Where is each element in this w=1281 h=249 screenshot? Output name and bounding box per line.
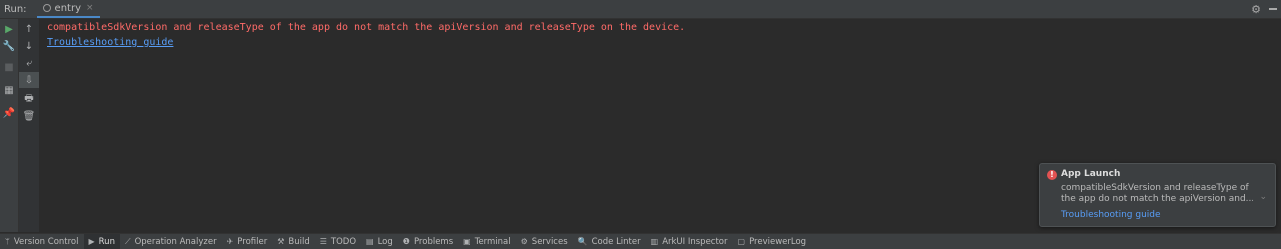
tab-profiler[interactable]: ✈ Profiler (222, 234, 273, 249)
previewer-log-icon: ▢ (737, 237, 746, 246)
tab-label: Profiler (237, 236, 268, 247)
soft-wrap-icon[interactable]: ⤶ (19, 55, 39, 71)
todo-icon: ☰ (319, 237, 327, 246)
tool-window-bar: ᛘ Version Control ▶ Run ⟋ Operation Analyze… (0, 233, 1281, 249)
tab-label: ArkUI Inspector (662, 236, 728, 247)
run-tool-window-header: Run: entry × ⚙ (0, 0, 1281, 19)
log-icon: ▤ (366, 237, 374, 246)
pin-icon[interactable]: 📌 (0, 105, 18, 121)
notification-body-line: the app do not match the apiVersion and.… (1061, 194, 1253, 204)
scroll-up-icon[interactable]: ↑ (19, 21, 39, 37)
problems-icon: ❶ (402, 237, 410, 246)
run-play-icon[interactable]: ▶ (0, 21, 18, 37)
operation-analyzer-icon: ⟋ (124, 236, 131, 246)
stop-icon[interactable]: ■ (0, 59, 18, 75)
console-error-line: compatibleSdkVersion and releaseType of … (47, 22, 686, 33)
tab-entry[interactable]: entry × (36, 0, 100, 18)
tab-previewer-log[interactable]: ▢ PreviewerLog (733, 234, 812, 249)
tab-label: Build (288, 236, 310, 247)
header-actions: ⚙ (1251, 0, 1277, 18)
tab-version-control[interactable]: ᛘ Version Control (0, 234, 84, 249)
scroll-to-end-icon[interactable]: ⇩ (19, 72, 39, 88)
tab-label: Run (98, 236, 115, 247)
app-launch-notification: ! App Launch compatibleSdkVersion and re… (1039, 163, 1276, 227)
run-title: Run: (4, 3, 27, 15)
tab-operation-analyzer[interactable]: ⟋ Operation Analyzer (120, 234, 222, 249)
notification-body: compatibleSdkVersion and releaseType of … (1061, 183, 1253, 205)
arkui-inspector-icon: ▥ (650, 237, 659, 246)
tab-arkui-inspector[interactable]: ▥ ArkUI Inspector (646, 234, 733, 249)
tab-terminal[interactable]: ▣ Terminal (458, 234, 515, 249)
services-icon: ⚙ (520, 237, 528, 246)
tab-label: Operation Analyzer (134, 236, 217, 247)
tab-code-linter[interactable]: 🔍 Code Linter (573, 234, 646, 249)
tab-label: Terminal (474, 236, 511, 247)
entry-tab-label: entry (54, 2, 81, 14)
tab-services[interactable]: ⚙ Services (516, 234, 573, 249)
tab-label: Problems (413, 236, 454, 247)
profiler-icon: ✈ (226, 237, 234, 246)
tab-label: Code Linter (591, 236, 641, 247)
build-wrench-icon[interactable]: 🔧 (0, 38, 18, 54)
run-actions-strip: ▶ 🔧 ■ ▦ 📌 (0, 19, 19, 232)
entry-tab-icon (42, 4, 51, 12)
tab-label: PreviewerLog (749, 236, 807, 247)
tab-label: Version Control (13, 236, 79, 247)
hide-minimize-icon[interactable] (1269, 8, 1277, 10)
clear-trash-icon[interactable]: 🗑 (19, 108, 39, 124)
build-icon: ⚒ (277, 237, 285, 246)
console-tools-strip: ↑ ↓ ⤶ ⇩ 🖶 🗑 (19, 19, 40, 232)
settings-gear-icon[interactable]: ⚙ (1251, 3, 1261, 16)
console-output: compatibleSdkVersion and releaseType of … (47, 20, 1271, 50)
print-icon[interactable]: 🖶 (19, 91, 39, 107)
tab-log[interactable]: ▤ Log (361, 234, 398, 249)
tab-build[interactable]: ⚒ Build (272, 234, 315, 249)
tab-problems[interactable]: ❶ Problems (398, 234, 458, 249)
tab-label: Log (377, 236, 393, 247)
tab-run[interactable]: ▶ Run (83, 234, 120, 249)
version-control-icon: ᛘ (5, 237, 10, 246)
layout-icon[interactable]: ▦ (0, 82, 18, 98)
tab-close-icon[interactable]: × (86, 3, 94, 13)
scroll-down-icon[interactable]: ↓ (19, 38, 39, 54)
expand-chevron-icon[interactable]: ⌄ (1259, 192, 1267, 202)
tab-label: TODO (330, 236, 357, 247)
notification-body-line: compatibleSdkVersion and releaseType of (1061, 183, 1249, 193)
tab-todo[interactable]: ☰ TODO (315, 234, 361, 249)
error-icon: ! (1047, 170, 1057, 180)
notification-title: App Launch (1061, 169, 1121, 179)
code-linter-icon: 🔍 (577, 237, 588, 246)
run-icon: ▶ (88, 237, 95, 246)
notification-troubleshooting-link[interactable]: Troubleshooting guide (1061, 210, 1161, 220)
troubleshooting-guide-link[interactable]: Troubleshooting guide (47, 35, 173, 50)
terminal-icon: ▣ (463, 237, 471, 246)
tab-label: Services (531, 236, 568, 247)
